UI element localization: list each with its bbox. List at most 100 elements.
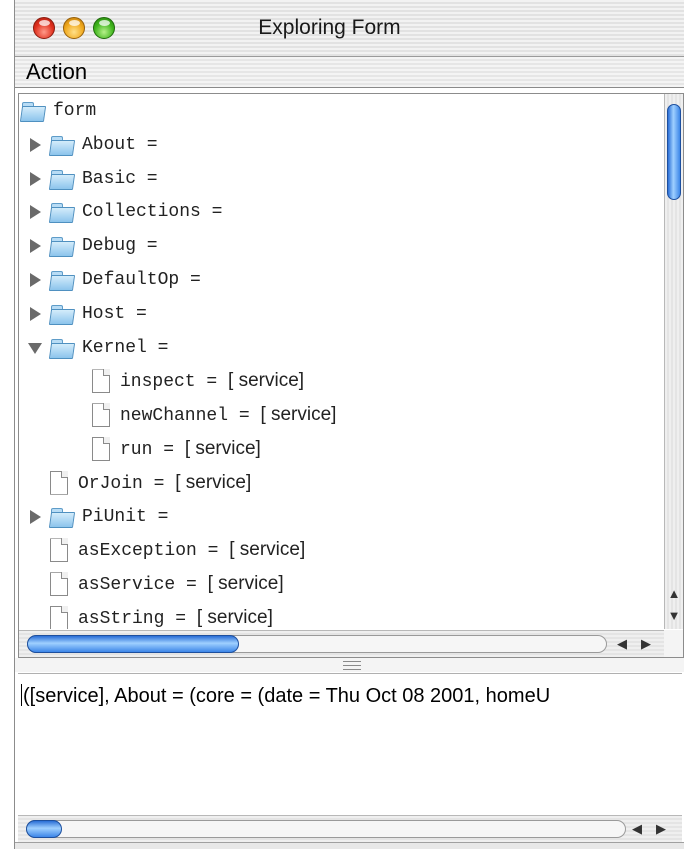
pane-splitter[interactable] bbox=[15, 658, 684, 672]
tree-row-label: asService = [ service] bbox=[78, 573, 284, 595]
tree-row-name: asService = bbox=[78, 575, 208, 596]
document-icon bbox=[92, 403, 110, 427]
output-scroll-right-arrow-icon[interactable]: ▶ bbox=[649, 816, 673, 842]
menu-action[interactable]: Action bbox=[26, 59, 87, 85]
tree-row-name: DefaultOp = bbox=[82, 270, 201, 290]
tree-row[interactable]: PiUnit = bbox=[28, 500, 168, 534]
scroll-corner bbox=[664, 630, 683, 657]
tree-vertical-scrollbar[interactable]: ▲ ▼ bbox=[664, 94, 683, 629]
document-icon bbox=[92, 437, 110, 461]
splitter-grip-icon[interactable] bbox=[343, 661, 361, 670]
tree-row-label: Basic = bbox=[82, 169, 158, 189]
tree-row-label: Debug = bbox=[82, 236, 158, 256]
tree-row-service: [ service] bbox=[229, 539, 306, 561]
menu-bar: Action bbox=[15, 57, 684, 88]
tree-row-name: Host = bbox=[82, 303, 147, 324]
folder-icon bbox=[50, 304, 74, 324]
tree-row-label: About = bbox=[82, 135, 158, 155]
text-cursor bbox=[21, 684, 22, 706]
tree-row-name: Collections = bbox=[82, 202, 223, 223]
tree-row[interactable]: OrJoin = [ service] bbox=[28, 466, 251, 500]
tree-row-service: [ service] bbox=[228, 370, 305, 392]
disclosure-triangle-right-icon[interactable] bbox=[28, 306, 42, 322]
tree-row-service: [ service] bbox=[260, 404, 337, 426]
folder-icon bbox=[50, 135, 74, 155]
tree-horizontal-scrollbar[interactable]: ◀ ▶ bbox=[19, 630, 664, 657]
tree-row-label: asString = [ service] bbox=[78, 607, 273, 629]
output-scroll-thumb[interactable] bbox=[26, 820, 62, 838]
disclosure-triangle-right-icon[interactable] bbox=[28, 238, 42, 254]
output-scroll-arrows: ◀ ▶ bbox=[625, 816, 679, 842]
tree-row-label: newChannel = [ service] bbox=[120, 404, 336, 426]
explorer-window: Exploring Form Action form About = Basic =… bbox=[14, 0, 684, 849]
tree-row[interactable]: Debug = bbox=[28, 229, 158, 263]
tree-row[interactable]: Basic = bbox=[28, 162, 158, 196]
folder-icon bbox=[50, 270, 74, 290]
title-bar[interactable]: Exploring Form bbox=[15, 0, 684, 57]
document-icon bbox=[50, 572, 68, 596]
tree-row-label: inspect = [ service] bbox=[120, 370, 304, 392]
tree-row[interactable]: asService = [ service] bbox=[28, 567, 284, 601]
tree-row-name: inspect = bbox=[120, 372, 229, 393]
scroll-down-arrow-icon[interactable]: ▼ bbox=[665, 605, 683, 627]
folder-icon bbox=[50, 507, 74, 527]
tree-row[interactable]: asString = [ service] bbox=[28, 601, 273, 629]
tree-row-name: newChannel = bbox=[120, 406, 261, 427]
tree-row-name: PiUnit = bbox=[82, 506, 169, 527]
tree-view: form About = Basic = Collections = Debug = De… bbox=[19, 94, 664, 629]
output-scroll-track[interactable] bbox=[26, 820, 626, 838]
vertical-scroll-thumb[interactable] bbox=[667, 104, 681, 200]
tree-row[interactable]: inspect = [ service] bbox=[92, 364, 304, 398]
tree-row-label: OrJoin = [ service] bbox=[78, 472, 251, 494]
tree-row-name: asException = bbox=[78, 541, 230, 562]
disclosure-triangle-right-icon[interactable] bbox=[28, 137, 42, 153]
tree-row[interactable]: run = [ service] bbox=[92, 432, 261, 466]
tree-row-label: form bbox=[53, 101, 96, 121]
tree-row[interactable]: Host = bbox=[28, 297, 147, 331]
tree-row[interactable]: asException = [ service] bbox=[28, 533, 305, 567]
tree-row-label: Kernel = bbox=[82, 338, 168, 358]
folder-icon bbox=[50, 202, 74, 222]
horizontal-scroll-thumb[interactable] bbox=[27, 635, 239, 653]
tree-row-service: [ service] bbox=[175, 471, 252, 493]
tree-row-name: Kernel = bbox=[82, 337, 169, 358]
tree-row-name: asString = bbox=[78, 609, 197, 629]
disclosure-triangle-right-icon[interactable] bbox=[28, 204, 42, 220]
disclosure-triangle-down-icon[interactable] bbox=[28, 340, 42, 356]
disclosure-triangle-right-icon[interactable] bbox=[28, 171, 42, 187]
horizontal-scroll-arrows: ◀ ▶ bbox=[610, 631, 664, 657]
tree-pane: form About = Basic = Collections = Debug = De… bbox=[18, 93, 684, 658]
tree-row[interactable]: DefaultOp = bbox=[28, 263, 201, 297]
folder-icon bbox=[50, 169, 74, 189]
vertical-scroll-arrows: ▲ ▼ bbox=[665, 583, 683, 629]
output-text-content: ([service], About = (core = (date = Thu … bbox=[23, 685, 551, 707]
tree-row[interactable]: Collections = bbox=[28, 195, 222, 229]
output-horizontal-scrollbar[interactable]: ◀ ▶ bbox=[18, 815, 682, 842]
tree-row[interactable]: Kernel = bbox=[28, 331, 168, 365]
tree-row-label: DefaultOp = bbox=[82, 270, 201, 290]
tree-row[interactable]: form bbox=[21, 94, 96, 128]
output-text[interactable]: ([service], About = (core = (date = Thu … bbox=[21, 684, 550, 708]
tree-row-label: PiUnit = bbox=[82, 507, 168, 527]
tree-row-name: run = bbox=[120, 440, 185, 460]
document-icon bbox=[50, 606, 68, 629]
tree-row-label: asException = [ service] bbox=[78, 539, 305, 561]
document-icon bbox=[50, 538, 68, 562]
tree-row-name: About = bbox=[82, 134, 158, 155]
scroll-up-arrow-icon[interactable]: ▲ bbox=[665, 583, 683, 605]
tree-row[interactable]: newChannel = [ service] bbox=[92, 398, 336, 432]
tree-row-label: Collections = bbox=[82, 202, 222, 222]
scroll-right-arrow-icon[interactable]: ▶ bbox=[634, 631, 658, 657]
window-title: Exploring Form bbox=[258, 16, 401, 39]
tree-row-name: Debug = bbox=[82, 236, 158, 257]
scroll-left-arrow-icon[interactable]: ◀ bbox=[610, 631, 634, 657]
disclosure-triangle-right-icon[interactable] bbox=[28, 272, 42, 288]
tree-row-name: form bbox=[53, 101, 97, 121]
tree-row[interactable]: About = bbox=[28, 128, 158, 162]
folder-icon bbox=[50, 236, 74, 256]
disclosure-triangle-right-icon[interactable] bbox=[28, 509, 42, 525]
output-pane[interactable]: ([service], About = (core = (date = Thu … bbox=[18, 673, 682, 824]
document-icon bbox=[92, 369, 110, 393]
folder-icon bbox=[21, 101, 45, 121]
output-scroll-left-arrow-icon[interactable]: ◀ bbox=[625, 816, 649, 842]
